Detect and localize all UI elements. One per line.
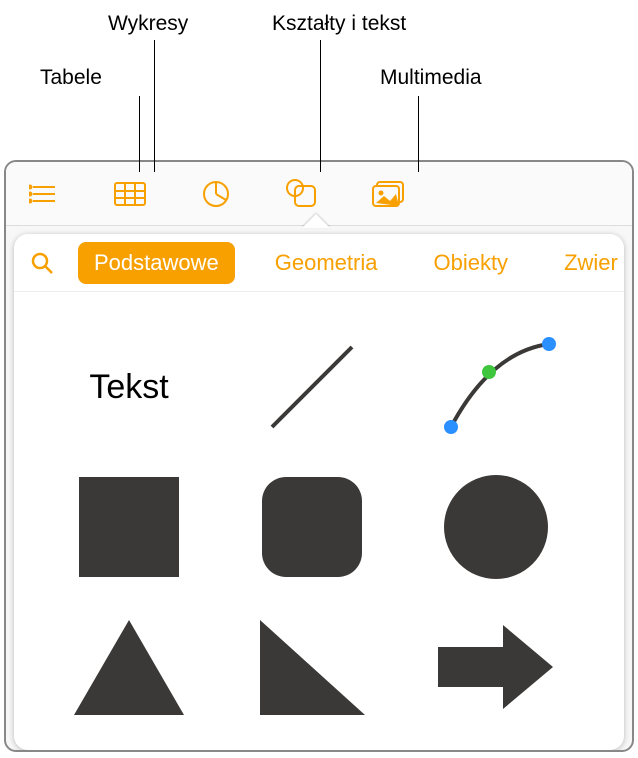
callout-line [320,40,321,172]
callout-media: Multimedia [380,66,482,90]
shape-right-triangle[interactable] [247,612,377,722]
text-label: Tekst [89,368,168,407]
app-frame: Podstawowe Geometria Obiekty Zwier Tekst [4,160,634,752]
callout-shapes-text: Kształty i tekst [272,12,406,36]
tab-basic[interactable]: Podstawowe [78,242,235,284]
shape-rounded-square[interactable] [247,472,377,582]
callout-line [154,40,155,172]
shape-line[interactable] [247,332,377,442]
shape-grid: Tekst [14,292,624,750]
popover-arrow [302,214,330,228]
tab-geometry[interactable]: Geometria [259,244,394,282]
shape-triangle[interactable] [64,612,194,722]
callout-line [139,96,140,172]
tab-objects[interactable]: Obiekty [417,244,524,282]
callout-charts: Wykresy [108,12,188,36]
shape-curve[interactable] [431,332,561,442]
shape-icon[interactable] [284,176,320,212]
callouts-area: Tabele Wykresy Kształty i tekst Multimed… [0,0,638,160]
shape-square[interactable] [64,472,194,582]
chart-icon[interactable] [198,176,234,212]
tab-animals[interactable]: Zwier [548,244,624,282]
shape-text[interactable]: Tekst [64,332,194,442]
media-icon[interactable] [370,176,406,212]
table-icon[interactable] [112,176,148,212]
shape-circle[interactable] [431,472,561,582]
category-tabs: Podstawowe Geometria Obiekty Zwier [14,234,624,292]
callout-line [418,96,419,172]
list-icon[interactable] [26,176,62,212]
shapes-popover: Podstawowe Geometria Obiekty Zwier Tekst [14,234,624,750]
callout-tables: Tabele [40,66,102,90]
shape-arrow[interactable] [431,612,561,722]
search-icon[interactable] [30,248,54,278]
